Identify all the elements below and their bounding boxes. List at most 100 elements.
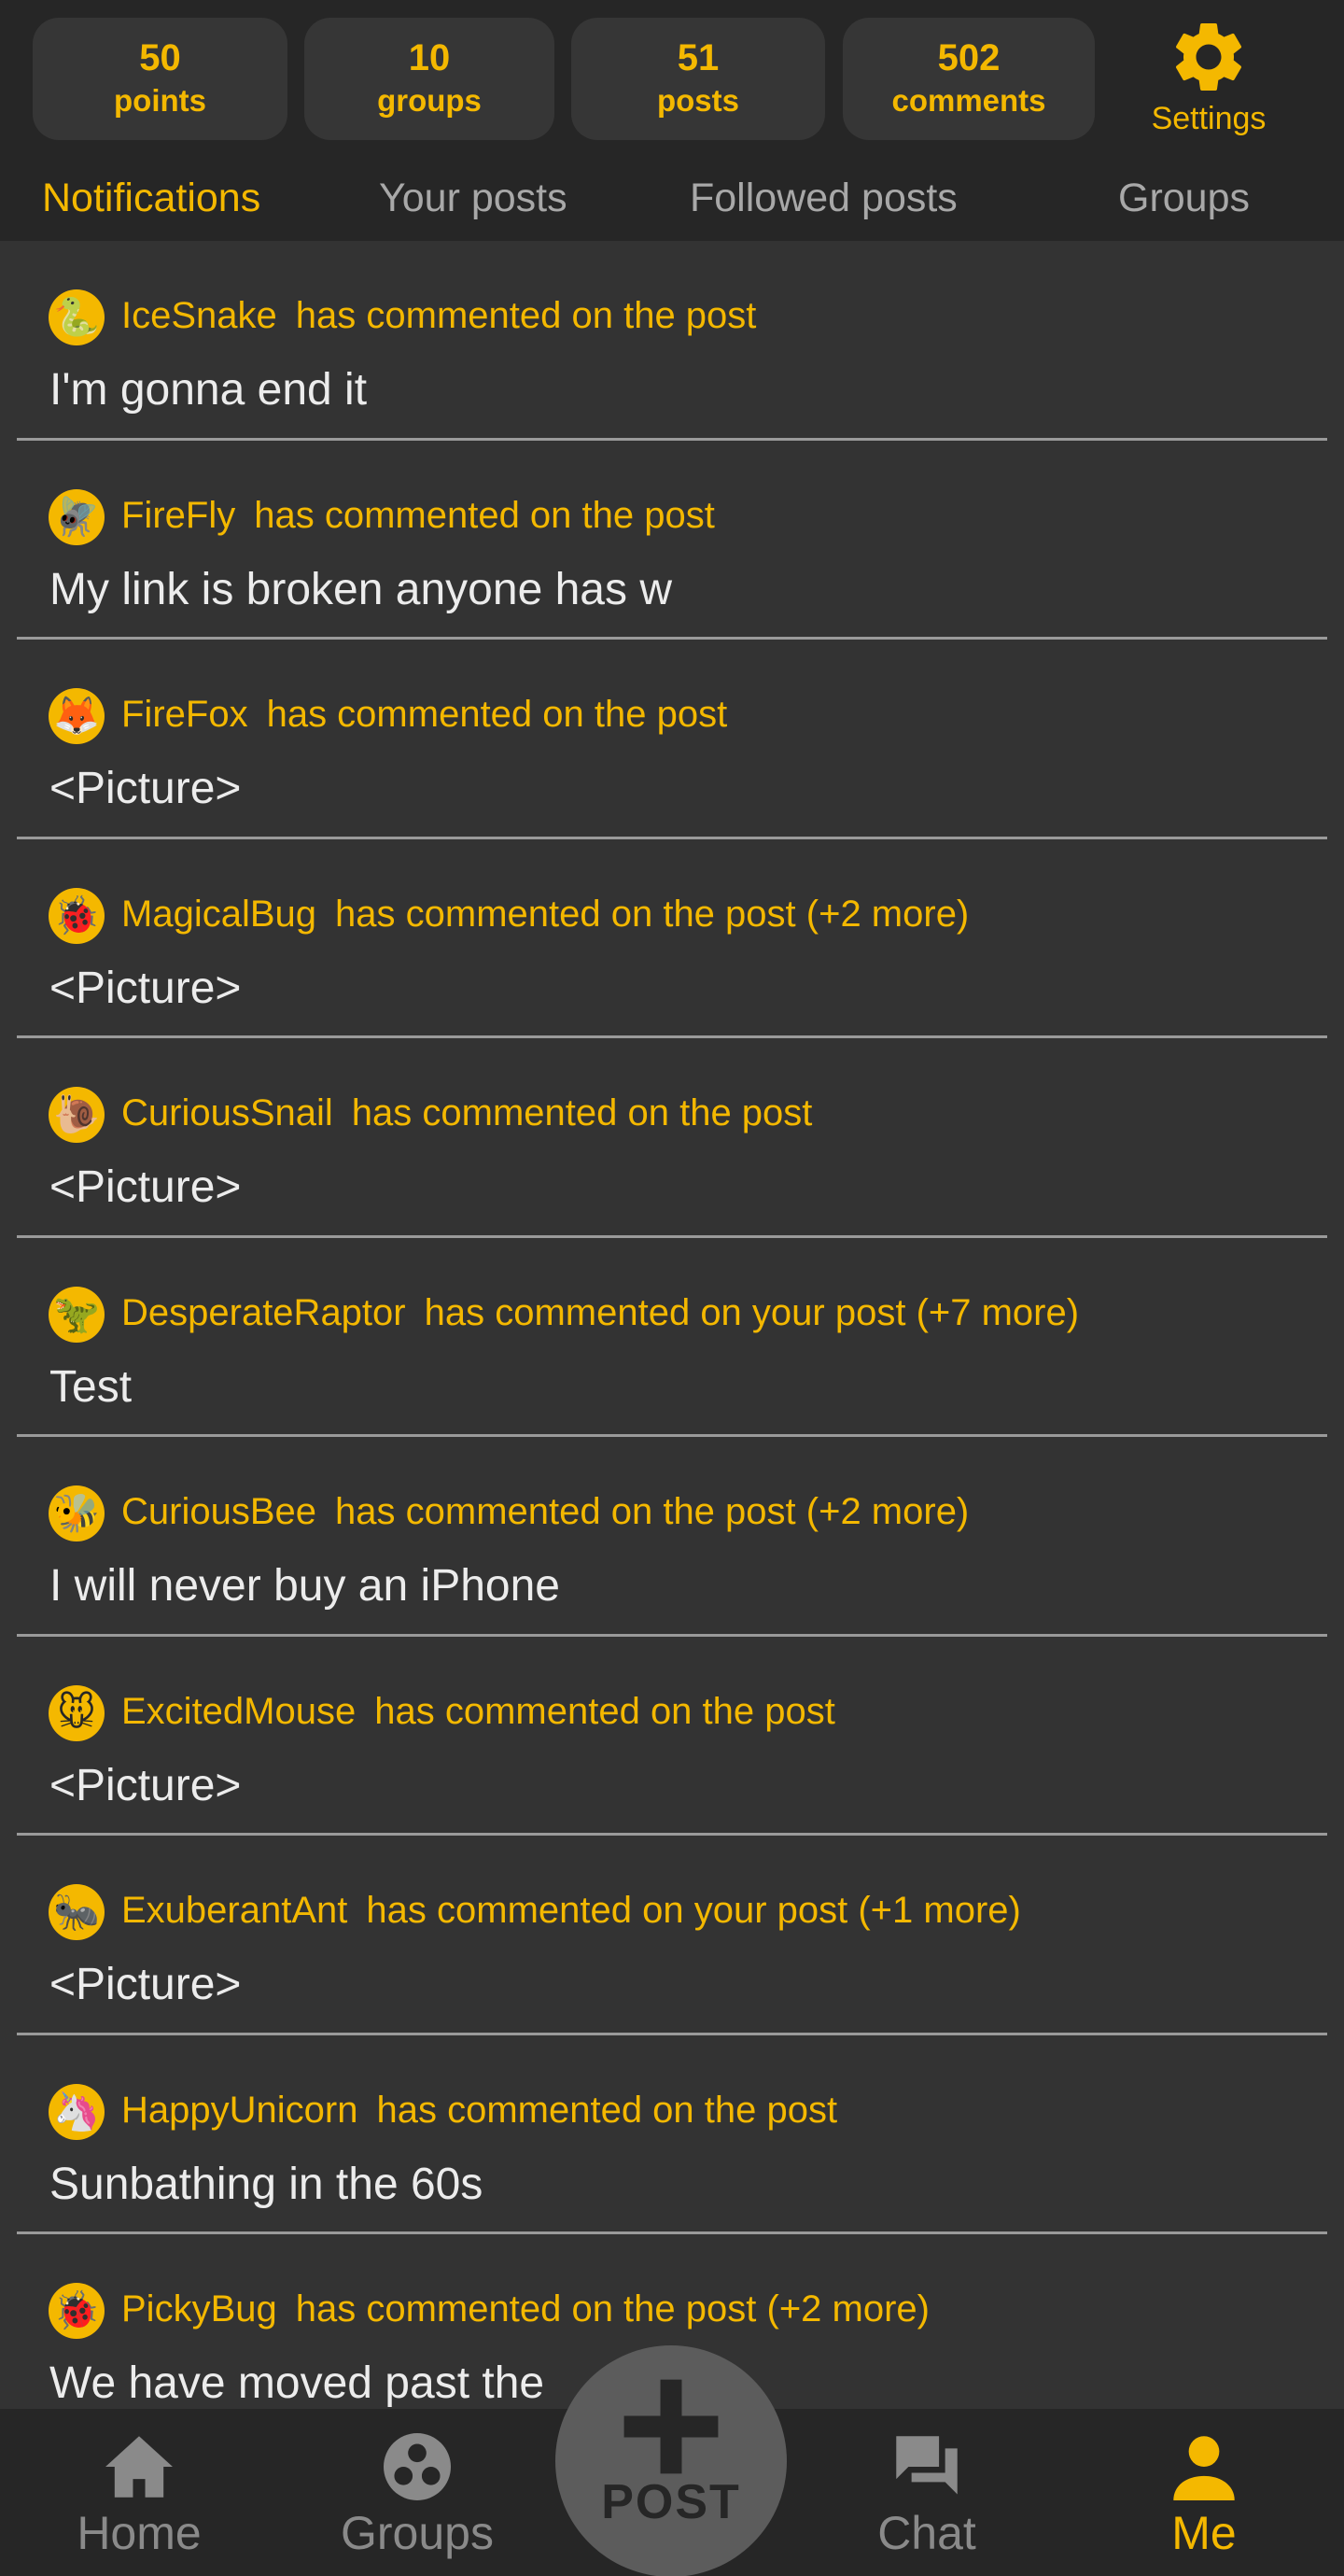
post-button[interactable]: POST xyxy=(555,2345,787,2576)
notification-preview: I'm gonna end it xyxy=(49,365,368,415)
ant-icon: 🐜 xyxy=(49,1884,105,1940)
tab-groups[interactable]: Groups xyxy=(1118,176,1250,221)
settings-label: Settings xyxy=(1151,101,1267,136)
stat-points-value: 50 xyxy=(139,37,181,78)
notification-preview: <Picture> xyxy=(49,1960,242,2009)
notification-header: FireFox has commented on the post xyxy=(121,694,727,736)
notification-user[interactable]: PickyBug xyxy=(121,2288,277,2330)
notification-item[interactable]: 🐝 CuriousBee has commented on the post (+2… xyxy=(0,1437,1344,1637)
notification-user[interactable]: CuriousBee xyxy=(121,1491,316,1532)
notification-header: IceSnake has commented on the post xyxy=(121,295,756,337)
person-icon xyxy=(1173,2436,1235,2500)
notification-user[interactable]: FireFox xyxy=(121,694,248,735)
notification-action: has commented on the post (+2 more) xyxy=(335,1491,970,1532)
notification-action: has commented on the post (+2 more) xyxy=(295,2288,930,2330)
notification-item[interactable]: 🦄 HappyUnicorn has commented on the post Su… xyxy=(0,2035,1344,2234)
notification-item[interactable]: 🦊 FireFox has commented on the post <Pictur… xyxy=(0,640,1344,839)
mouse-icon: 🐭 xyxy=(49,1684,105,1741)
notification-preview: <Picture> xyxy=(49,963,242,1013)
stat-comments-value: 502 xyxy=(937,37,1001,78)
nav-chat-label: Chat xyxy=(877,2507,976,2559)
notification-user[interactable]: DesperateRaptor xyxy=(121,1292,406,1333)
notification-preview: My link is broken anyone has w xyxy=(49,564,672,614)
stat-comments-label: comments xyxy=(891,83,1046,118)
notification-action: has commented on the post (+2 more) xyxy=(335,893,970,935)
bee-icon: 🐝 xyxy=(49,1485,105,1541)
notification-header: DesperateRaptor has commented on your pos… xyxy=(121,1292,1079,1334)
notification-item[interactable]: 🦖 DesperateRaptor has commented on your po… xyxy=(0,1238,1344,1437)
notification-list: 🐍 IceSnake has commented on the post I'm go… xyxy=(0,241,1344,2434)
notification-action: has commented on your post (+7 more) xyxy=(424,1291,1080,1333)
notification-user[interactable]: ExcitedMouse xyxy=(121,1691,356,1732)
notification-item[interactable]: 🪰 FireFly has commented on the post My link… xyxy=(0,441,1344,640)
tab-your-posts[interactable]: Your posts xyxy=(379,176,567,221)
notification-preview: <Picture> xyxy=(49,1760,242,1810)
notification-action: has commented on the post xyxy=(351,1092,813,1133)
notification-header: ExcitedMouse has commented on the post xyxy=(121,1691,835,1733)
notification-user[interactable]: FireFly xyxy=(121,495,235,536)
stat-comments[interactable]: 502 comments xyxy=(843,18,1095,140)
post-button-label: POST xyxy=(601,2475,741,2529)
notification-item[interactable]: 🐭 ExcitedMouse has commented on the post <P… xyxy=(0,1637,1344,1836)
notification-item[interactable]: 🐜 ExuberantAnt has commented on your post … xyxy=(0,1836,1344,2035)
nav-me-label: Me xyxy=(1171,2507,1237,2559)
home-icon xyxy=(105,2436,173,2498)
notification-action: has commented on the post xyxy=(266,694,728,735)
settings-button[interactable]: Settings xyxy=(1129,15,1288,146)
tab-followed-posts[interactable]: Followed posts xyxy=(690,176,958,221)
notification-user[interactable]: ExuberantAnt xyxy=(121,1890,347,1931)
notification-header: CuriousSnail has commented on the post xyxy=(121,1092,812,1134)
stat-points[interactable]: 50 points xyxy=(33,18,287,140)
ladybug-icon: 🐞 xyxy=(49,887,105,944)
notification-user[interactable]: IceSnake xyxy=(121,295,277,336)
notification-user[interactable]: CuriousSnail xyxy=(121,1092,333,1133)
notification-action: has commented on the post xyxy=(295,295,757,336)
nav-groups-label: Groups xyxy=(341,2507,494,2559)
stat-groups-label: groups xyxy=(377,83,482,118)
notification-header: MagicalBug has commented on the post (+2 … xyxy=(121,894,969,936)
notification-preview: <Picture> xyxy=(49,764,242,813)
stat-posts-value: 51 xyxy=(677,37,720,78)
raptor-icon: 🦖 xyxy=(49,1286,105,1343)
nav-me[interactable]: Me xyxy=(1106,2433,1302,2560)
notification-user[interactable]: HappyUnicorn xyxy=(121,2090,357,2131)
notification-header: FireFly has commented on the post xyxy=(121,495,715,537)
notification-preview: We have moved past the xyxy=(49,2358,545,2408)
notification-item[interactable]: 🐍 IceSnake has commented on the post I'm go… xyxy=(0,241,1344,441)
notification-action: has commented on the post xyxy=(376,2089,838,2131)
snail-icon: 🐌 xyxy=(49,1087,105,1143)
nav-groups[interactable]: Groups xyxy=(319,2433,515,2560)
chat-icon xyxy=(896,2436,958,2495)
plus-icon xyxy=(623,2379,719,2474)
fox-icon: 🦊 xyxy=(49,688,105,744)
app-root: 50 points 10 groups 51 posts 502 comment… xyxy=(0,0,1344,2576)
nav-chat[interactable]: Chat xyxy=(829,2433,1025,2560)
notification-preview: Test xyxy=(49,1361,133,1412)
nav-home-label: Home xyxy=(77,2507,202,2559)
firefly-icon: 🪰 xyxy=(49,488,105,545)
stat-groups[interactable]: 10 groups xyxy=(304,18,554,140)
tab-notifications[interactable]: Notifications xyxy=(42,176,260,221)
stat-posts[interactable]: 51 posts xyxy=(571,18,825,140)
notification-preview: I will never buy an iPhone xyxy=(49,1561,560,1611)
groups-icon xyxy=(384,2433,451,2500)
snake-icon: 🐍 xyxy=(49,289,105,345)
notification-preview: <Picture> xyxy=(49,1162,242,1212)
profile-header: 50 points 10 groups 51 posts 502 comment… xyxy=(0,0,1344,241)
notification-header: CuriousBee has commented on the post (+2 … xyxy=(121,1491,969,1533)
notification-user[interactable]: MagicalBug xyxy=(121,894,316,935)
nav-home[interactable]: Home xyxy=(41,2433,237,2560)
stat-posts-label: posts xyxy=(656,83,739,118)
notification-item[interactable]: 🐌 CuriousSnail has commented on the post <P… xyxy=(0,1038,1344,1238)
tab-bar: Notifications Your posts Followed posts … xyxy=(0,168,1344,233)
notification-item[interactable]: 🐞 MagicalBug has commented on the post (+2… xyxy=(0,839,1344,1038)
gear-icon xyxy=(1175,22,1242,91)
stat-points-label: points xyxy=(114,83,206,118)
notification-header: PickyBug has commented on the post (+2 mo… xyxy=(121,2288,930,2330)
ladybug-icon: 🐞 xyxy=(49,2283,105,2339)
notification-action: has commented on the post xyxy=(254,494,715,536)
notification-header: ExuberantAnt has commented on your post (… xyxy=(121,1890,1021,1932)
notification-action: has commented on the post xyxy=(374,1690,835,1732)
notification-header: HappyUnicorn has commented on the post xyxy=(121,2090,837,2132)
stat-groups-value: 10 xyxy=(408,37,451,78)
